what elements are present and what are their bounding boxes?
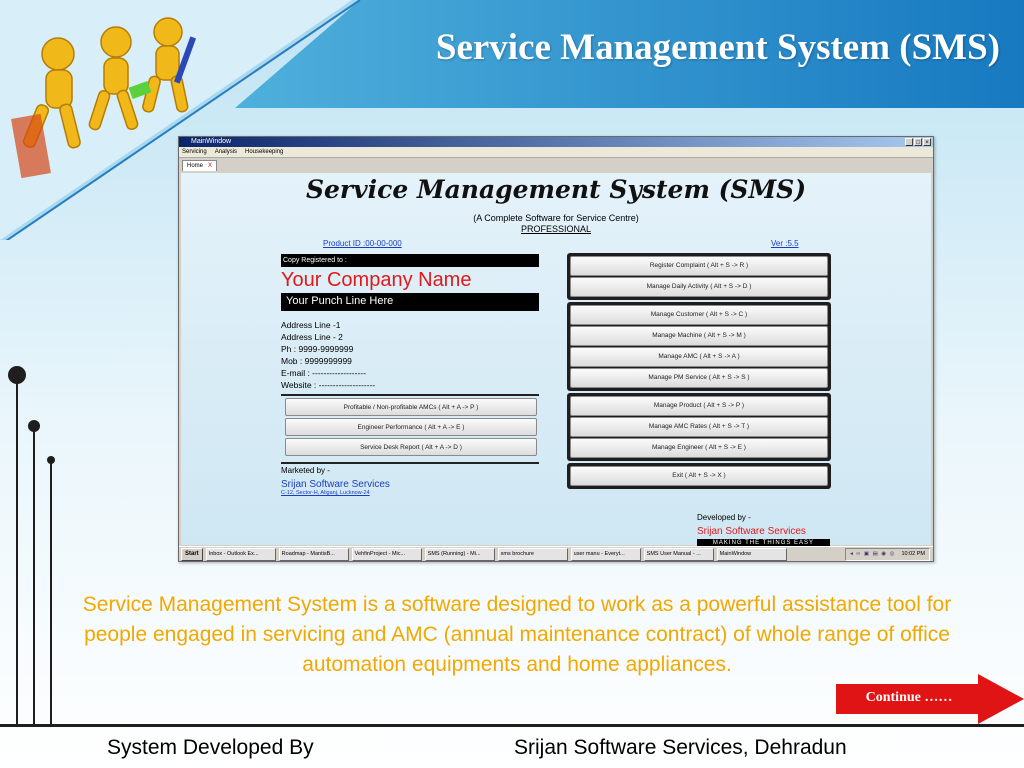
- taskbar-item-vehfin[interactable]: VehfinProject - Mic...: [351, 547, 422, 561]
- footer-company: Srijan Software Services, Dehradun: [514, 736, 847, 759]
- complaints-group: Register Complaint ( Alt + S -> R ) Mana…: [567, 253, 831, 300]
- manage-amc-button[interactable]: Manage AMC ( Alt + S -> A ): [570, 347, 828, 367]
- marketed-by-label: Marketed by -: [281, 462, 539, 475]
- amc-profitability-button[interactable]: Profitable / Non-profitable AMCs ( Alt +…: [285, 398, 537, 416]
- developed-by-label: Developed by -: [697, 513, 751, 522]
- email: E-mail : -------------------: [281, 368, 366, 378]
- mobile: Mob : 9999999999: [281, 356, 352, 366]
- window-titlebar[interactable]: MainWindow _ □ ×: [179, 137, 933, 147]
- tab-close-icon[interactable]: X: [208, 163, 212, 169]
- copy-registered-label: Copy Registered to :: [281, 254, 539, 267]
- continue-label: Continue ……: [865, 690, 953, 705]
- action-panel: Register Complaint ( Alt + S -> R ) Mana…: [567, 253, 831, 491]
- maximize-icon[interactable]: □: [914, 138, 922, 146]
- minimize-icon[interactable]: _: [905, 138, 913, 146]
- tab-home[interactable]: Home X: [182, 160, 218, 171]
- taskbar-item-mantis[interactable]: Roadmap - MantisB...: [278, 547, 349, 561]
- tab-home-label: Home: [187, 163, 204, 169]
- developed-by-name: Srijan Software Services: [697, 526, 806, 537]
- manage-amc-rates-button[interactable]: Manage AMC Rates ( Alt + S -> T ): [570, 417, 828, 437]
- menu-bar: Servicing Analysis Housekeeping: [179, 147, 933, 158]
- manage-machine-button[interactable]: Manage Machine ( Alt + S -> M ): [570, 326, 828, 346]
- manage-product-button[interactable]: Manage Product ( Alt + S -> P ): [570, 396, 828, 416]
- registration-panel: Copy Registered to : Your Company Name Y…: [281, 254, 539, 496]
- home-content: Service Management System (SMS) (A Compl…: [181, 173, 931, 548]
- slide-description: Service Management System is a software …: [82, 593, 952, 676]
- product-id-link[interactable]: Product ID :00-00-000: [323, 239, 402, 248]
- taskbar: Start Inbox - Outlook Ex... Roadmap - Ma…: [179, 546, 933, 561]
- marketed-by-address: C-12, Sector-H, Aliganj, Lucknow-24: [281, 490, 370, 496]
- clock: 10:02 PM: [901, 550, 925, 557]
- taskbar-item-mainwindow[interactable]: MainWindow: [716, 547, 787, 561]
- tab-strip: Home X: [179, 158, 933, 171]
- address-line-1: Address Line -1: [281, 320, 341, 330]
- divider: [281, 394, 539, 396]
- engineer-performance-button[interactable]: Engineer Performance ( Alt + A -> E ): [285, 418, 537, 436]
- start-button[interactable]: Start: [181, 547, 203, 561]
- footer-developed-by: System Developed By: [107, 736, 314, 759]
- punch-line: Your Punch Line Here: [281, 293, 539, 311]
- website: Website : --------------------: [281, 380, 376, 390]
- company-name: Your Company Name: [281, 269, 472, 291]
- taskbar-item-user-manu[interactable]: user manu - Everyt...: [570, 547, 641, 561]
- taskbar-item-sms-manual[interactable]: SMS User Manual - ...: [643, 547, 714, 561]
- manage-pm-service-button[interactable]: Manage PM Service ( Alt + S -> S ): [570, 368, 828, 388]
- service-desk-report-button[interactable]: Service Desk Report ( Alt + A -> D ): [285, 438, 537, 456]
- window-title: MainWindow: [191, 138, 232, 145]
- master-data-group: Manage Product ( Alt + S -> P ) Manage A…: [567, 393, 831, 461]
- continue-button[interactable]: Continue ……: [836, 674, 1024, 724]
- taskbar-item-sms-running[interactable]: SMS (Running) - Mi...: [424, 547, 495, 561]
- app-subtitle: (A Complete Software for Service Centre): [473, 213, 639, 223]
- menu-housekeeping[interactable]: Housekeeping: [245, 147, 283, 157]
- taskbar-item-outlook[interactable]: Inbox - Outlook Ex...: [205, 547, 276, 561]
- manage-engineer-button[interactable]: Manage Engineer ( Alt + S -> E ): [570, 438, 828, 458]
- exit-button[interactable]: Exit ( Alt + S -> X ): [570, 466, 828, 486]
- footer-divider: [0, 724, 1024, 727]
- register-complaint-button[interactable]: Register Complaint ( Alt + S -> R ): [570, 256, 828, 276]
- marketed-by-name: Srijan Software Services: [281, 479, 390, 490]
- system-tray: ◂ ∞ ▣ ▤ ◉ ◎ 10:02 PM: [845, 547, 930, 561]
- menu-servicing[interactable]: Servicing: [182, 147, 207, 157]
- tray-icons[interactable]: ◂ ∞ ▣ ▤ ◉ ◎: [850, 549, 895, 560]
- phone: Ph : 9999-9999999: [281, 344, 354, 354]
- version-link[interactable]: Ver :5.5: [771, 239, 799, 248]
- close-icon[interactable]: ×: [923, 138, 931, 146]
- app-title: Service Management System (SMS): [305, 175, 807, 204]
- taskbar-item-sms-brochure[interactable]: sms brochure: [497, 547, 568, 561]
- menu-analysis[interactable]: Analysis: [215, 147, 237, 157]
- manage-daily-activity-button[interactable]: Manage Daily Activity ( Alt + S -> D ): [570, 277, 828, 297]
- address-line-2: Address Line - 2: [281, 332, 343, 342]
- address-block: Address Line -1 Address Line - 2 Ph : 99…: [281, 319, 539, 391]
- app-window-screenshot: MainWindow _ □ × Servicing Analysis Hous…: [178, 136, 934, 562]
- customer-group: Manage Customer ( Alt + S -> C ) Manage …: [567, 302, 831, 391]
- manage-customer-button[interactable]: Manage Customer ( Alt + S -> C ): [570, 305, 828, 325]
- edition-label: PROFESSIONAL: [520, 224, 592, 234]
- slide-title: Service Management System (SMS): [435, 27, 1000, 68]
- exit-group: Exit ( Alt + S -> X ): [567, 463, 831, 489]
